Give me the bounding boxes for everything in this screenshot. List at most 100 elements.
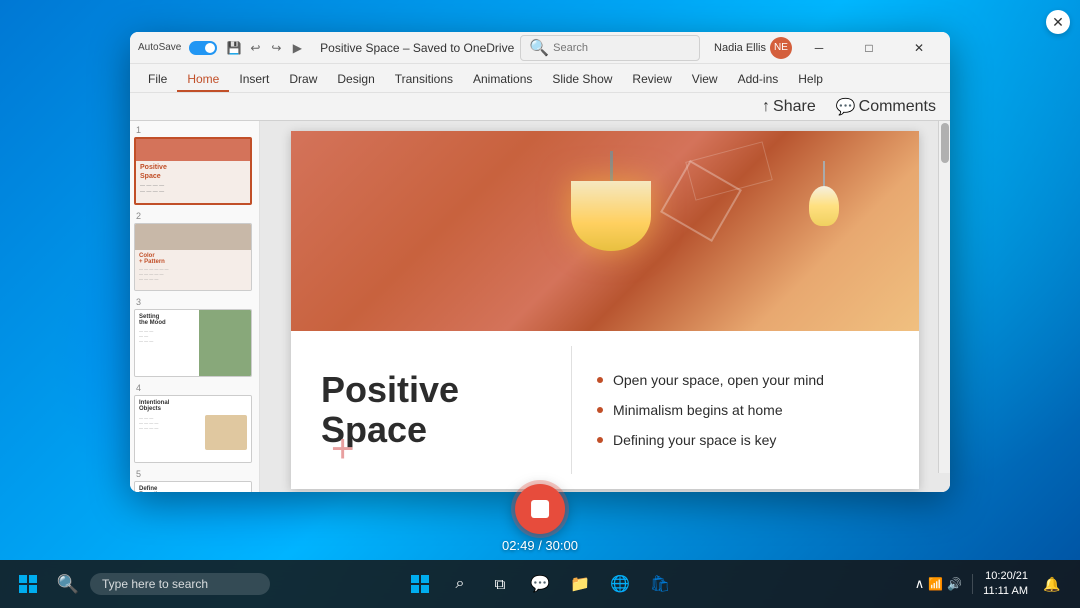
slide-canvas[interactable]: Positive Space + Open your space, open y… bbox=[291, 131, 919, 489]
maximize-button[interactable]: □ bbox=[846, 32, 892, 64]
slide-hero-image bbox=[291, 131, 919, 331]
tray-volume-icon[interactable]: 🔊 bbox=[947, 577, 962, 591]
tray-arrow-icon[interactable]: ∧ bbox=[915, 576, 925, 592]
taskbar-task-view[interactable]: ⧉ bbox=[482, 566, 518, 602]
slide-content: Positive Space + Open your space, open y… bbox=[291, 331, 919, 489]
bulb-cord bbox=[823, 161, 825, 186]
search-box[interactable]: 🔍 bbox=[520, 35, 700, 61]
bullet-3: Defining your space is key bbox=[597, 432, 894, 448]
thumb5-title: DefineFunctions bbox=[139, 486, 247, 492]
redo-icon[interactable]: ↪ bbox=[267, 39, 285, 57]
slide-num-4: 4 bbox=[134, 383, 255, 393]
search-icon: 🔍 bbox=[529, 38, 549, 58]
slide-thumbnail-1[interactable]: 1 PositiveSpace — — — —— — — — bbox=[134, 125, 255, 205]
lamp bbox=[571, 151, 651, 251]
powerpoint-window: AutoSave 💾 ↩ ↪ ▶ Positive Space – Saved … bbox=[130, 32, 950, 492]
save-icon[interactable]: 💾 bbox=[225, 39, 243, 57]
taskbar-files-icon[interactable]: 📁 bbox=[562, 566, 598, 602]
slide-img-4[interactable]: IntentionalObjects — — —— — — —— — — — bbox=[134, 395, 252, 463]
share-icon: ↑ bbox=[762, 98, 770, 116]
slide-thumbnail-3[interactable]: 3 Settingthe Mood — — —— —— — — bbox=[134, 297, 255, 377]
taskbar-teams-icon[interactable]: 💬 bbox=[522, 566, 558, 602]
slide-thumbnail-5[interactable]: 5 DefineFunctions — — —— — — —— — — bbox=[134, 469, 255, 492]
tab-design[interactable]: Design bbox=[327, 68, 384, 92]
tab-view[interactable]: View bbox=[682, 68, 728, 92]
tab-draw[interactable]: Draw bbox=[279, 68, 327, 92]
clock-date: 11:11 AM bbox=[983, 584, 1028, 599]
slide-img-2[interactable]: Color+ Pattern — — — — — —— — — — —— — —… bbox=[134, 223, 252, 291]
scrollbar-thumb[interactable] bbox=[941, 123, 949, 163]
clock-time: 10:20/21 bbox=[983, 569, 1028, 584]
thumb2-text: — — — — — —— — — — —— — — — bbox=[139, 266, 247, 281]
slide-num-3: 3 bbox=[134, 297, 255, 307]
comments-button[interactable]: 💬 Comments bbox=[830, 95, 942, 119]
ribbon-tabs: File Home Insert Draw Design Transitions… bbox=[130, 64, 950, 92]
taskbar-search-btn[interactable]: ⌕ bbox=[442, 566, 478, 602]
taskbar-win-logo-icon bbox=[411, 575, 429, 593]
notifications-icon[interactable]: 🔔 bbox=[1034, 566, 1070, 602]
system-tray-icons: ∧ 📶 🔊 bbox=[915, 576, 962, 592]
search-taskbar-button[interactable]: 🔍 bbox=[50, 566, 86, 602]
tray-wifi-icon[interactable]: 📶 bbox=[928, 577, 943, 591]
slide-plus-icon: + bbox=[331, 429, 354, 469]
thumb2-title: Color+ Pattern bbox=[139, 253, 247, 265]
tab-help[interactable]: Help bbox=[788, 68, 833, 92]
record-stop-button[interactable] bbox=[515, 484, 565, 534]
ribbon: File Home Insert Draw Design Transitions… bbox=[130, 64, 950, 121]
record-time: 02:49 / 30:00 bbox=[502, 538, 578, 553]
thumb4-title: IntentionalObjects bbox=[139, 400, 247, 412]
tab-addins[interactable]: Add-ins bbox=[728, 68, 789, 92]
tab-animations[interactable]: Animations bbox=[463, 68, 542, 92]
slide-img-5[interactable]: DefineFunctions — — —— — — —— — — bbox=[134, 481, 252, 492]
tab-home[interactable]: Home bbox=[177, 68, 229, 92]
slide-bullets: Open your space, open your mind Minimali… bbox=[572, 331, 919, 489]
taskbar-right: ∧ 📶 🔊 10:20/21 11:11 AM 🔔 bbox=[915, 566, 1080, 602]
bullet-dot-3 bbox=[597, 437, 603, 443]
slide-num-1: 1 bbox=[134, 125, 255, 135]
slide-img-1[interactable]: PositiveSpace — — — —— — — — bbox=[134, 137, 252, 205]
taskbar-windows-icon[interactable] bbox=[402, 566, 438, 602]
share-button[interactable]: ↑ Share bbox=[756, 96, 822, 118]
tab-transitions[interactable]: Transitions bbox=[385, 68, 463, 92]
toolbar-icons: 💾 ↩ ↪ ▶ bbox=[225, 39, 306, 57]
search-input[interactable] bbox=[553, 42, 693, 54]
taskbar-edge-icon[interactable]: 🌐 bbox=[602, 566, 638, 602]
canvas-area: Positive Space + Open your space, open y… bbox=[260, 121, 950, 492]
close-button[interactable]: ✕ bbox=[896, 32, 942, 64]
tab-review[interactable]: Review bbox=[622, 68, 681, 92]
tab-file[interactable]: File bbox=[138, 68, 177, 92]
title-center: Positive Space – Saved to OneDrive 🔍 bbox=[310, 35, 710, 61]
tab-slideshow[interactable]: Slide Show bbox=[542, 68, 622, 92]
taskbar-search-placeholder: Type here to search bbox=[102, 577, 208, 591]
windows-logo-icon bbox=[19, 575, 37, 593]
minimize-button[interactable]: ─ bbox=[796, 32, 842, 64]
bullet-1: Open your space, open your mind bbox=[597, 372, 894, 388]
windows-start-button[interactable] bbox=[10, 566, 46, 602]
autosave-toggle[interactable] bbox=[189, 41, 217, 55]
close-circle-button[interactable]: ✕ bbox=[1046, 10, 1070, 34]
tab-insert[interactable]: Insert bbox=[229, 68, 279, 92]
thumb1-title: PositiveSpace bbox=[140, 164, 246, 181]
title-right: Nadia Ellis NE ─ □ ✕ bbox=[714, 32, 942, 64]
taskbar-search-box[interactable]: Type here to search bbox=[90, 573, 270, 595]
undo-icon[interactable]: ↩ bbox=[246, 39, 264, 57]
bullet-dot-1 bbox=[597, 377, 603, 383]
ribbon-actions: ↑ Share 💬 Comments bbox=[130, 92, 950, 120]
thumb3-title: Settingthe Mood bbox=[139, 314, 195, 326]
slide-thumbnail-4[interactable]: 4 IntentionalObjects — — —— — — —— — — — bbox=[134, 383, 255, 463]
bulb-shape bbox=[809, 186, 839, 226]
slide-num-5: 5 bbox=[134, 469, 255, 479]
slide-panel[interactable]: 1 PositiveSpace — — — —— — — — 2 bbox=[130, 121, 260, 492]
taskbar-store-icon[interactable]: 🛍 bbox=[642, 566, 678, 602]
tray-divider bbox=[972, 574, 973, 594]
slide-title-area: Positive Space + bbox=[291, 331, 571, 489]
system-clock[interactable]: 10:20/21 11:11 AM bbox=[983, 569, 1028, 600]
slide-img-3[interactable]: Settingthe Mood — — —— —— — — bbox=[134, 309, 252, 377]
search-taskbar-icon: 🔍 bbox=[57, 574, 79, 595]
present-icon[interactable]: ▶ bbox=[288, 39, 306, 57]
user-avatar[interactable]: NE bbox=[770, 37, 792, 59]
vertical-scrollbar[interactable] bbox=[938, 121, 950, 473]
bulb bbox=[809, 161, 839, 226]
slide-thumbnail-2[interactable]: 2 Color+ Pattern — — — — — —— — — — —— —… bbox=[134, 211, 255, 291]
title-bar-left: AutoSave 💾 ↩ ↪ ▶ bbox=[138, 39, 306, 57]
